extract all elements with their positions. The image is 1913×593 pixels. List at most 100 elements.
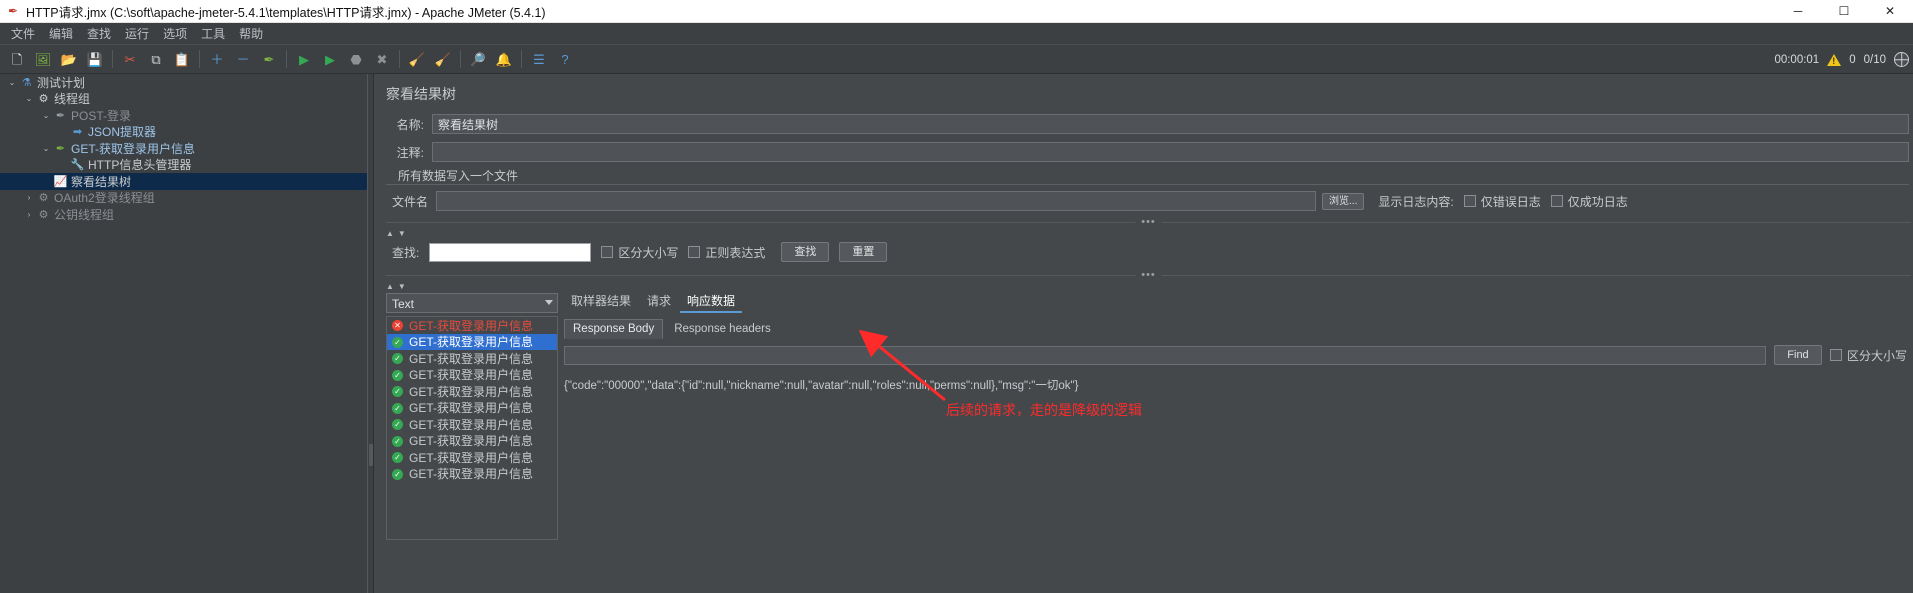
new-icon[interactable]: 🗋	[5, 47, 29, 71]
splitter-grip[interactable]	[369, 444, 373, 466]
copy-icon[interactable]: ⧉	[144, 47, 168, 71]
search-regex-box[interactable]	[688, 246, 701, 258]
tab-response-data[interactable]: 响应数据	[680, 290, 743, 313]
response-find-button[interactable]: Find	[1773, 345, 1822, 365]
open-icon[interactable]: 📂	[57, 47, 81, 71]
tab-request[interactable]: 请求	[640, 290, 678, 313]
start-icon[interactable]: ▶	[292, 47, 316, 71]
search-case-checkbox[interactable]: 区分大小写	[601, 244, 678, 261]
panel-divider-2[interactable]: •••	[386, 269, 1911, 281]
search-reset-icon[interactable]: 🔔	[492, 47, 516, 71]
tree-item-json-extractor[interactable]: ➡ JSON提取器	[0, 124, 373, 141]
tree-item-http-header-manager[interactable]: 🔧 HTTP信息头管理器	[0, 157, 373, 174]
maximize-button[interactable]: ☐	[1821, 0, 1867, 23]
save-icon[interactable]: 💾	[83, 47, 107, 71]
menu-tools[interactable]: 工具	[194, 23, 232, 44]
help-icon[interactable]: ?	[553, 47, 577, 71]
tree-node-icon: ⚙	[38, 192, 49, 205]
renderer-select[interactable]: Text	[386, 293, 558, 313]
search-regex-checkbox[interactable]: 正则表达式	[688, 244, 765, 261]
globe-icon[interactable]	[1894, 52, 1909, 67]
result-list-item[interactable]: ✓ GET-获取登录用户信息	[387, 400, 557, 417]
toggle-icon[interactable]: ✒	[257, 47, 281, 71]
tree-twisty-icon[interactable]: ⌄	[40, 144, 52, 153]
expand-all-icon[interactable]: ＋	[205, 47, 229, 71]
reset-button[interactable]: 重置	[839, 242, 888, 262]
filename-input[interactable]	[436, 191, 1317, 211]
search-input[interactable]	[429, 242, 592, 262]
arrow-down-icon-2[interactable]: ▼	[398, 282, 406, 291]
tab-sampler-result[interactable]: 取样器结果	[564, 290, 638, 313]
success-icon: ✓	[392, 435, 403, 447]
paste-icon[interactable]: 📋	[170, 47, 194, 71]
find-button[interactable]: 查找	[781, 242, 830, 262]
errors-only-checkbox[interactable]: 仅错误日志	[1463, 193, 1541, 210]
success-only-box[interactable]	[1550, 195, 1563, 207]
function-helper-icon[interactable]: ☰	[527, 47, 551, 71]
menu-file[interactable]: 文件	[4, 23, 42, 44]
comment-input[interactable]	[432, 142, 1909, 162]
tree-item-view-results-tree[interactable]: 📈 察看结果树	[0, 173, 373, 190]
tree-item-get-userinfo[interactable]: ⌄ ✒ GET-获取登录用户信息	[0, 140, 373, 157]
errors-only-box[interactable]	[1463, 195, 1476, 207]
result-list[interactable]: ✕ GET-获取登录用户信息 ✓ GET-获取登录用户信息 ✓ GET-获取登录用户信息 ✓…	[386, 316, 558, 540]
shutdown-icon[interactable]: ✖	[370, 47, 394, 71]
response-case-box[interactable]	[1829, 349, 1842, 361]
menu-search[interactable]: 查找	[80, 23, 118, 44]
arrow-up-icon-2[interactable]: ▲	[386, 282, 394, 291]
browse-button[interactable]: 浏览...	[1322, 192, 1365, 210]
divider-dots-2[interactable]: •••	[1135, 269, 1162, 281]
result-list-item[interactable]: ✓ GET-获取登录用户信息	[387, 433, 557, 450]
success-only-checkbox[interactable]: 仅成功日志	[1550, 193, 1628, 210]
response-find-input[interactable]	[564, 345, 1766, 365]
clear-all-icon[interactable]: 🧹	[431, 47, 455, 71]
tree-item-post-login[interactable]: ⌄ ✒ POST-登录	[0, 107, 373, 124]
result-list-item[interactable]: ✕ GET-获取登录用户信息	[387, 317, 557, 334]
collapse-all-icon[interactable]: －	[231, 47, 255, 71]
tree-twisty-icon[interactable]: ⌄	[6, 78, 18, 87]
tree-twisty-icon[interactable]: ⌄	[23, 94, 35, 103]
result-list-item[interactable]: ✓ GET-获取登录用户信息	[387, 416, 557, 433]
tree-item-oauth2-thread-group[interactable]: › ⚙ OAuth2登录线程组	[0, 190, 373, 207]
result-list-item[interactable]: ✓ GET-获取登录用户信息	[387, 449, 557, 466]
tree-splitter[interactable]	[367, 74, 373, 593]
subtab-response-body[interactable]: Response Body	[564, 319, 664, 339]
response-case-checkbox[interactable]: 区分大小写	[1829, 347, 1907, 364]
cut-icon[interactable]: ✂	[118, 47, 142, 71]
search-icon[interactable]: 🔎	[466, 47, 490, 71]
menu-options[interactable]: 选项	[156, 23, 194, 44]
divider-dots-1[interactable]: •••	[1135, 216, 1162, 228]
test-plan-tree[interactable]: ⌄ ⚗ 测试计划 ⌄ ⚙ 线程组 ⌄ ✒ POST-登录 ➡ JSON提取器 ⌄ ✒ GET-获取登录用户…	[0, 74, 374, 593]
clear-icon[interactable]: 🧹	[405, 47, 429, 71]
arrow-down-icon[interactable]: ▼	[398, 229, 406, 238]
chevron-down-icon[interactable]	[545, 300, 553, 305]
collapse-arrows-1[interactable]: ▲ ▼	[384, 229, 1913, 238]
templates-icon[interactable]: 🖼	[31, 47, 55, 71]
result-list-item[interactable]: ✓ GET-获取登录用户信息	[387, 466, 557, 483]
tree-twisty-icon[interactable]: ›	[23, 193, 35, 202]
arrow-up-icon[interactable]: ▲	[386, 229, 394, 238]
menu-edit[interactable]: 编辑	[42, 23, 80, 44]
start-no-pauses-icon[interactable]: ▶	[318, 47, 342, 71]
result-list-item[interactable]: ✓ GET-获取登录用户信息	[387, 367, 557, 384]
stop-icon[interactable]: ⬣	[344, 47, 368, 71]
warning-triangle-icon[interactable]	[1827, 53, 1842, 66]
name-input[interactable]: 察看结果树	[432, 114, 1909, 134]
tree-twisty-icon[interactable]: ⌄	[40, 111, 52, 120]
subtab-response-headers[interactable]: Response headers	[665, 319, 780, 339]
tree-item-test-plan[interactable]: ⌄ ⚗ 测试计划	[0, 74, 373, 91]
tree-item-thread-group[interactable]: ⌄ ⚙ 线程组	[0, 91, 373, 108]
panel-divider-1[interactable]: •••	[386, 216, 1911, 228]
tree-item-pubkey-thread-group[interactable]: › ⚙ 公钥线程组	[0, 206, 373, 223]
result-tabs[interactable]: 取样器结果 请求 响应数据	[564, 293, 1909, 313]
result-list-item[interactable]: ✓ GET-获取登录用户信息	[387, 350, 557, 367]
tree-twisty-icon[interactable]: ›	[23, 210, 35, 219]
search-case-box[interactable]	[601, 246, 614, 258]
result-list-item[interactable]: ✓ GET-获取登录用户信息	[387, 383, 557, 400]
close-button[interactable]: ✕	[1867, 0, 1913, 23]
minimize-button[interactable]: ─	[1775, 0, 1821, 23]
menu-help[interactable]: 帮助	[232, 23, 270, 44]
result-list-item[interactable]: ✓ GET-获取登录用户信息	[387, 333, 557, 350]
response-subtabs[interactable]: Response Body Response headers	[564, 319, 1909, 339]
menu-run[interactable]: 运行	[118, 23, 156, 44]
